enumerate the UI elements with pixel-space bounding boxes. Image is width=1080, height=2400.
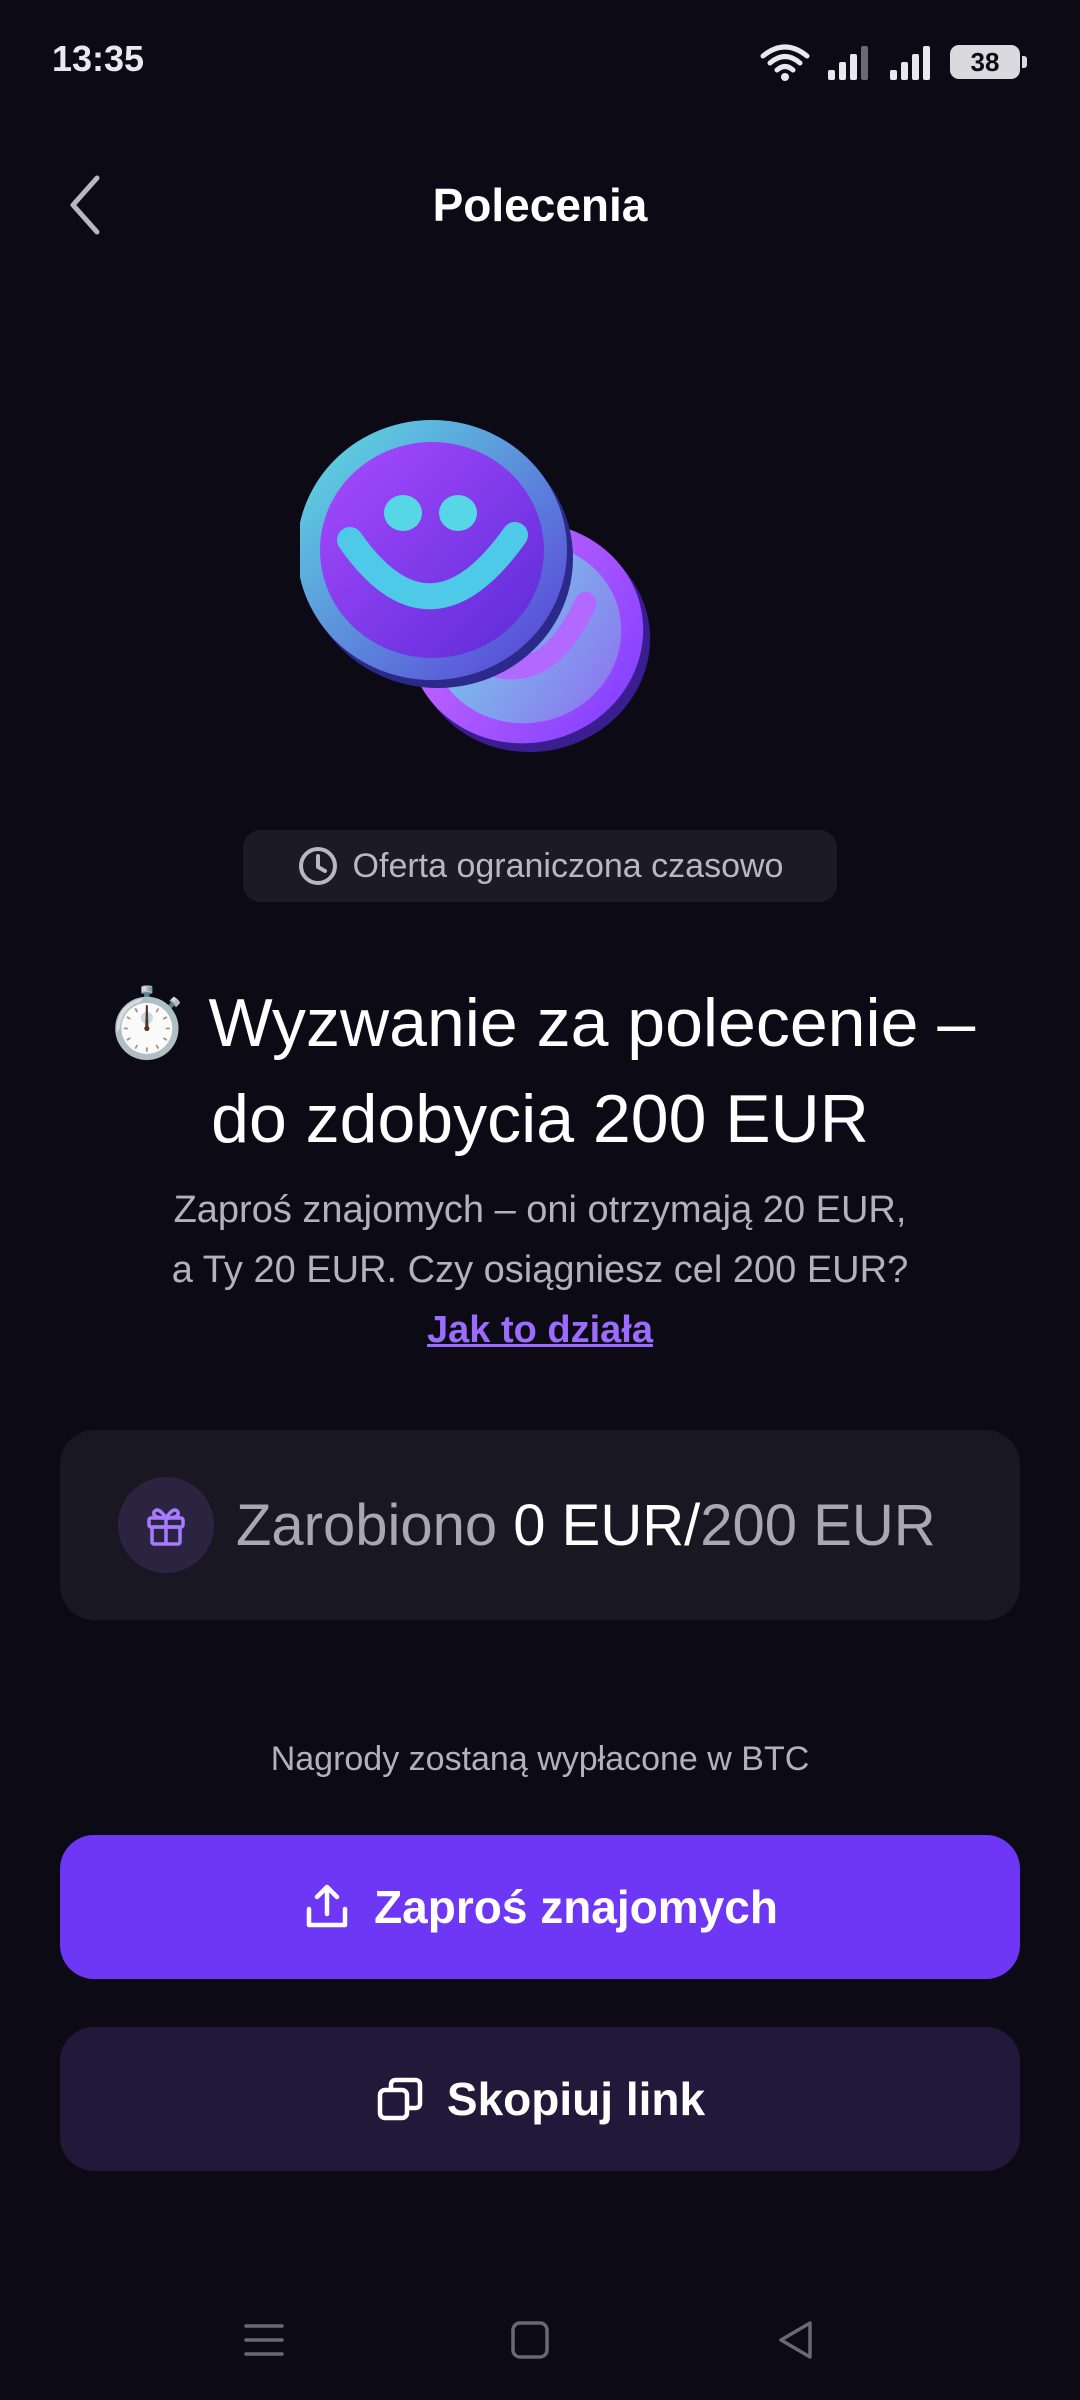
invite-friends-button[interactable]: Zaproś znajomych (60, 1835, 1020, 1979)
system-nav-bar (0, 2300, 1080, 2380)
earnings-text: Zarobiono 0 EUR/200 EUR (236, 1492, 936, 1559)
status-icons: 38 (760, 40, 1027, 84)
gift-icon (147, 1508, 185, 1546)
gift-badge (118, 1477, 214, 1573)
goal-amount: 200 EUR (700, 1492, 936, 1558)
subtitle-line-2: a Ty 20 EUR. Czy osiągniesz cel 200 EUR? (171, 1249, 909, 1291)
signal-icon (890, 46, 930, 80)
limited-offer-chip: Oferta ograniczona czasowo (243, 830, 837, 902)
page-title: Polecenia (432, 179, 648, 231)
earnings-progress-card: Zarobiono 0 EUR/200 EUR (60, 1430, 1020, 1620)
wifi-icon (760, 44, 810, 81)
how-it-works-link[interactable]: Jak to działa (427, 1309, 653, 1351)
headline-line-2: do zdobycia 200 EUR (211, 1081, 869, 1157)
header: Polecenia (0, 150, 1080, 260)
copy-link-button[interactable]: Skopiuj link (60, 2027, 1020, 2171)
signal-icon (828, 46, 868, 80)
headline: ⏱️ Wyzwanie za polecenie – do zdobycia 2… (40, 975, 1040, 1167)
battery-level: 38 (970, 46, 1000, 77)
subtitle: Zaproś znajomych – oni otrzymają 20 EUR,… (90, 1180, 990, 1360)
battery-icon: 38 (950, 45, 1027, 79)
home-nav-button[interactable] (500, 2310, 560, 2370)
earned-amount: 0 EUR/ (513, 1492, 701, 1558)
back-icon (779, 2321, 812, 2359)
status-bar: 13:35 38 (0, 0, 1080, 120)
subtitle-line-1: Zaproś znajomych – oni otrzymają 20 EUR, (173, 1189, 907, 1231)
payout-note: Nagrody zostaną wypłacone w BTC (270, 1740, 810, 1778)
share-icon (306, 1884, 348, 1928)
earned-label: Zarobiono (236, 1492, 498, 1558)
status-time: 13:35 (52, 38, 145, 79)
home-icon (511, 2321, 549, 2359)
invite-button-label: Zaproś znajomych (374, 1881, 778, 1933)
chip-label: Oferta ograniczona czasowo (352, 846, 784, 885)
headline-text-1: Wyzwanie za polecenie – (208, 985, 976, 1061)
clock-icon (298, 847, 337, 885)
smiley-coins-illustration (300, 420, 651, 753)
back-nav-button[interactable] (766, 2310, 826, 2370)
copy-icon (377, 2077, 423, 2121)
copy-button-label: Skopiuj link (446, 2073, 706, 2125)
stopwatch-icon: ⏱️ (104, 985, 190, 1061)
menu-nav-button[interactable] (234, 2310, 294, 2370)
menu-icon (244, 2324, 284, 2356)
headline-line-1: ⏱️ Wyzwanie za polecenie – (40, 975, 1040, 1071)
